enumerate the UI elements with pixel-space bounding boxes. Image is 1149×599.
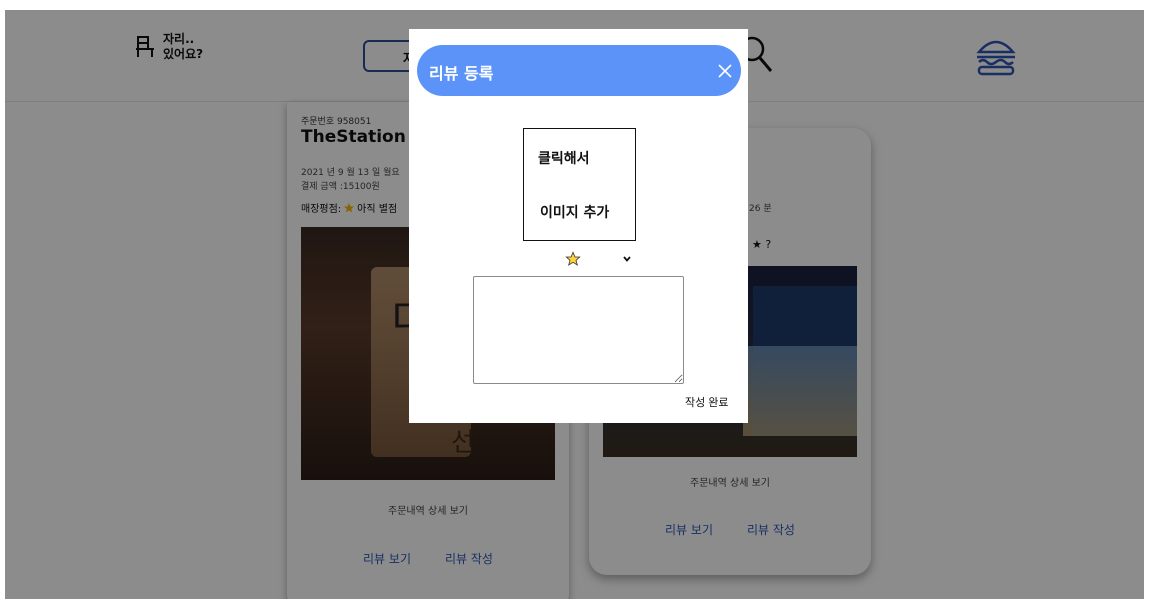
submit-review-button[interactable]: 작성 완료 bbox=[685, 394, 729, 410]
review-modal: 리뷰 등록 클릭해서 이미지 추가 작성 완료 bbox=[409, 29, 748, 423]
image-upload-label-line1: 클릭해서 bbox=[538, 151, 590, 167]
star-icon bbox=[565, 251, 581, 266]
image-upload-button[interactable]: 클릭해서 이미지 추가 bbox=[523, 128, 636, 241]
image-upload-label-line2: 이미지 추가 bbox=[540, 205, 610, 221]
chevron-down-icon bbox=[623, 256, 631, 262]
review-textarea[interactable] bbox=[473, 276, 684, 384]
close-icon[interactable] bbox=[715, 61, 735, 81]
page: 자리.. 있어요? 자 주문번호 958051 TheStation 2 bbox=[0, 0, 1149, 599]
star-rating-select[interactable] bbox=[565, 249, 635, 269]
modal-header: 리뷰 등록 bbox=[417, 45, 741, 96]
modal-title: 리뷰 등록 bbox=[429, 64, 494, 83]
